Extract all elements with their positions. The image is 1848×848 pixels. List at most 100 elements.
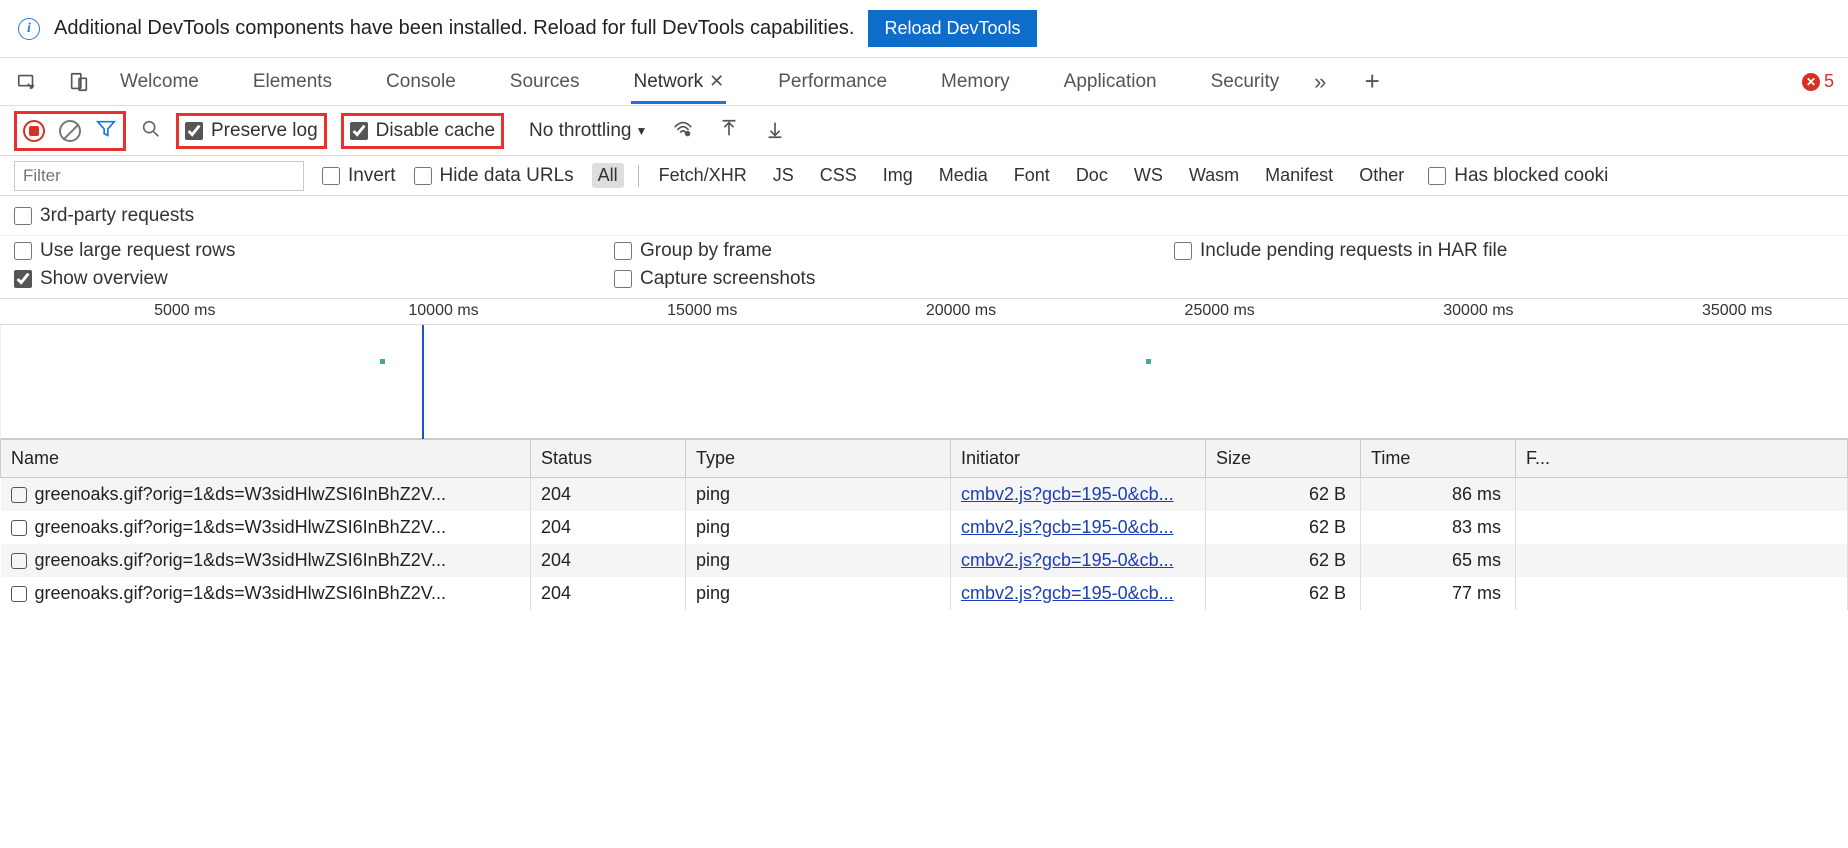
timeline-cursor[interactable]	[422, 325, 424, 439]
show-overview-checkbox[interactable]: Show overview	[14, 268, 614, 290]
clear-button[interactable]	[59, 120, 81, 142]
waterfall-cell	[1516, 577, 1848, 610]
timeline-overview[interactable]: 5000 ms10000 ms15000 ms20000 ms25000 ms3…	[0, 299, 1848, 439]
timeline-label: 20000 ms	[926, 302, 996, 320]
request-name: greenoaks.gif?orig=1&ds=W3sidHlwZSI6InBh…	[11, 550, 521, 571]
timeline-tick	[380, 359, 385, 364]
tab-memory[interactable]: Memory	[939, 61, 1012, 103]
blocked-cookies-checkbox[interactable]: Has blocked cooki	[1428, 165, 1608, 187]
filter-input[interactable]	[14, 161, 304, 191]
filter-type-other[interactable]: Other	[1353, 163, 1410, 188]
hide-data-urls-input[interactable]	[414, 167, 432, 185]
tab-performance[interactable]: Performance	[776, 61, 889, 103]
capture-screenshots-input[interactable]	[614, 270, 632, 288]
tabs: Welcome Elements Console Sources Network…	[118, 61, 1281, 103]
requests-table: Name Status Type Initiator Size Time F..…	[0, 439, 1848, 739]
filter-icon[interactable]	[95, 118, 117, 144]
size-cell: 62 B	[1206, 478, 1361, 512]
invert-checkbox[interactable]: Invert	[322, 165, 396, 187]
tab-elements[interactable]: Elements	[251, 61, 334, 103]
tab-network[interactable]: Network ✕	[631, 61, 726, 103]
tab-application[interactable]: Application	[1062, 61, 1159, 103]
disable-cache-checkbox[interactable]: Disable cache	[350, 120, 495, 142]
table-row[interactable]: greenoaks.gif?orig=1&ds=W3sidHlwZSI6InBh…	[1, 478, 1848, 512]
preserve-log-input[interactable]	[185, 122, 203, 140]
filter-type-all[interactable]: All	[592, 163, 624, 188]
tab-sources[interactable]: Sources	[508, 61, 582, 103]
search-icon[interactable]	[140, 118, 162, 144]
show-overview-label: Show overview	[40, 268, 168, 290]
include-pending-label: Include pending requests in HAR file	[1200, 240, 1507, 262]
timeline-label: 30000 ms	[1443, 302, 1513, 320]
table-header-row: Name Status Type Initiator Size Time F..…	[1, 440, 1848, 478]
timeline-label: 10000 ms	[408, 302, 478, 320]
throttling-select[interactable]: No throttling ▼	[518, 115, 658, 147]
blocked-cookies-label: Has blocked cooki	[1454, 165, 1608, 187]
error-count[interactable]: ✕ 5	[1802, 71, 1834, 92]
include-pending-checkbox[interactable]: Include pending requests in HAR file	[1174, 240, 1834, 262]
hide-data-urls-checkbox[interactable]: Hide data URLs	[414, 165, 574, 187]
initiator-link[interactable]: cmbv2.js?gcb=195-0&cb...	[961, 517, 1174, 537]
add-tab-icon[interactable]: +	[1359, 69, 1385, 95]
preserve-log-checkbox[interactable]: Preserve log	[185, 120, 318, 142]
close-icon[interactable]: ✕	[709, 71, 724, 92]
record-button[interactable]	[23, 120, 45, 142]
filter-type-css[interactable]: CSS	[814, 163, 863, 188]
disable-cache-input[interactable]	[350, 122, 368, 140]
tab-security[interactable]: Security	[1209, 61, 1282, 103]
waterfall-cell	[1516, 511, 1848, 544]
third-party-checkbox[interactable]: 3rd-party requests	[14, 205, 194, 227]
col-size[interactable]: Size	[1206, 440, 1361, 478]
reload-devtools-button[interactable]: Reload DevTools	[868, 10, 1036, 47]
col-name[interactable]: Name	[1, 440, 531, 478]
invert-input[interactable]	[322, 167, 340, 185]
col-time[interactable]: Time	[1361, 440, 1516, 478]
filter-type-img[interactable]: Img	[877, 163, 919, 188]
file-icon	[11, 586, 27, 602]
time-cell: 77 ms	[1361, 577, 1516, 610]
initiator-link[interactable]: cmbv2.js?gcb=195-0&cb...	[961, 550, 1174, 570]
tab-welcome[interactable]: Welcome	[118, 61, 201, 103]
filter-type-manifest[interactable]: Manifest	[1259, 163, 1339, 188]
filter-type-wasm[interactable]: Wasm	[1183, 163, 1245, 188]
blocked-cookies-input[interactable]	[1428, 167, 1446, 185]
third-party-input[interactable]	[14, 207, 32, 225]
filter-type-media[interactable]: Media	[933, 163, 994, 188]
large-rows-input[interactable]	[14, 242, 32, 260]
group-by-frame-checkbox[interactable]: Group by frame	[614, 240, 1174, 262]
col-status[interactable]: Status	[531, 440, 686, 478]
large-rows-checkbox[interactable]: Use large request rows	[14, 240, 614, 262]
network-conditions-icon[interactable]	[672, 118, 694, 144]
initiator-link[interactable]: cmbv2.js?gcb=195-0&cb...	[961, 484, 1174, 504]
more-tabs-icon[interactable]: »	[1307, 69, 1333, 95]
filter-type-fetch[interactable]: Fetch/XHR	[653, 163, 753, 188]
size-cell: 62 B	[1206, 511, 1361, 544]
col-initiator[interactable]: Initiator	[951, 440, 1206, 478]
timeline-label: 25000 ms	[1185, 302, 1255, 320]
import-har-icon[interactable]	[718, 118, 740, 144]
initiator-link[interactable]: cmbv2.js?gcb=195-0&cb...	[961, 583, 1174, 603]
export-har-icon[interactable]	[764, 118, 786, 144]
tab-console[interactable]: Console	[384, 61, 458, 103]
time-cell: 86 ms	[1361, 478, 1516, 512]
capture-screenshots-label: Capture screenshots	[640, 268, 815, 290]
capture-screenshots-checkbox[interactable]: Capture screenshots	[614, 268, 1174, 290]
filter-type-doc[interactable]: Doc	[1070, 163, 1114, 188]
col-waterfall[interactable]: F...	[1516, 440, 1848, 478]
col-type[interactable]: Type	[686, 440, 951, 478]
filter-row: Invert Hide data URLs All Fetch/XHR JS C…	[0, 156, 1848, 196]
table-row[interactable]: greenoaks.gif?orig=1&ds=W3sidHlwZSI6InBh…	[1, 544, 1848, 577]
include-pending-input[interactable]	[1174, 242, 1192, 260]
group-by-frame-input[interactable]	[614, 242, 632, 260]
request-name: greenoaks.gif?orig=1&ds=W3sidHlwZSI6InBh…	[11, 583, 521, 604]
table-row[interactable]: greenoaks.gif?orig=1&ds=W3sidHlwZSI6InBh…	[1, 511, 1848, 544]
device-toolbar-icon[interactable]	[66, 69, 92, 95]
inspect-element-icon[interactable]	[14, 69, 40, 95]
file-icon	[11, 553, 27, 569]
filter-types: All Fetch/XHR JS CSS Img Media Font Doc …	[592, 163, 1411, 188]
show-overview-input[interactable]	[14, 270, 32, 288]
filter-type-ws[interactable]: WS	[1128, 163, 1169, 188]
filter-type-js[interactable]: JS	[767, 163, 800, 188]
filter-type-font[interactable]: Font	[1008, 163, 1056, 188]
table-row[interactable]: greenoaks.gif?orig=1&ds=W3sidHlwZSI6InBh…	[1, 577, 1848, 610]
